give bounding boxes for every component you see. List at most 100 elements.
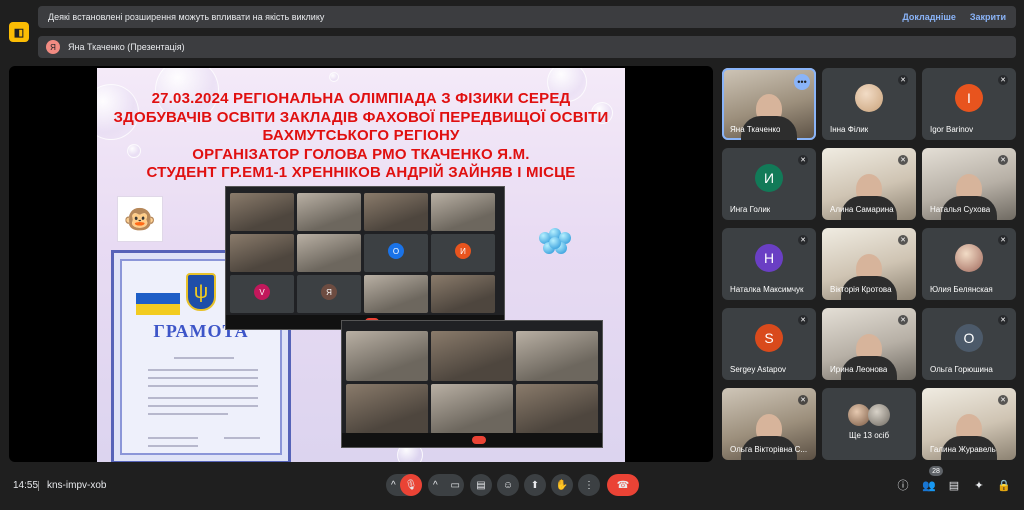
monkey-clipart: 🐵 xyxy=(117,196,163,242)
screenshot-tile: Я xyxy=(297,275,361,313)
slide-title-line: ЗДОБУВАЧІВ ОСВІТИ ЗАКЛАДІВ ФАХОВОЇ ПЕРЕД… xyxy=(113,108,609,126)
close-link[interactable]: Закрити xyxy=(970,12,1006,22)
screenshot-tile xyxy=(516,384,598,434)
meeting-code: kns-impv-xob xyxy=(47,480,107,491)
mic-muted-icon: ✕ xyxy=(798,395,808,405)
participant-name: Галина Журавель xyxy=(930,445,996,454)
screenshot-tile xyxy=(431,384,513,434)
participant-tile[interactable]: Яна Ткаченко ••• xyxy=(722,68,816,140)
mic-muted-icon: ✕ xyxy=(998,75,1008,85)
mic-muted-icon: ✕ xyxy=(798,315,808,325)
screenshot-tile xyxy=(346,331,428,381)
captions-button[interactable]: ▤ xyxy=(470,474,492,496)
participant-name: Інна Філик xyxy=(830,125,869,134)
meet-app-icon[interactable]: ◧ xyxy=(9,22,29,42)
mic-muted-icon: ✕ xyxy=(998,315,1008,325)
participant-tile[interactable]: Алина Самарина ✕ xyxy=(822,148,916,220)
more-participants-tile[interactable]: Ще 13 осіб xyxy=(822,388,916,460)
tile-options-icon[interactable]: ••• xyxy=(794,74,810,90)
participant-tile[interactable]: Наталья Сухова ✕ xyxy=(922,148,1016,220)
participant-name: Наталья Сухова xyxy=(930,205,991,214)
presenter-bar: Я Яна Ткаченко (Презентація) xyxy=(38,36,1016,58)
participant-tile[interactable]: Вікторія Кротова ✕ xyxy=(822,228,916,300)
participant-avatar xyxy=(955,244,983,273)
meeting-time: 14:55 xyxy=(13,480,39,491)
participant-avatar xyxy=(855,84,883,113)
emoji-button[interactable]: ☺ xyxy=(497,474,519,496)
mic-muted-icon: ✕ xyxy=(798,235,808,245)
more-options-button[interactable]: ⋮ xyxy=(578,474,600,496)
more-participants-label: Ще 13 осіб xyxy=(848,431,890,440)
presentation-stage[interactable]: 27.03.2024 РЕГІОНАЛЬНА ОЛІМПІАДА З ФІЗИК… xyxy=(9,66,713,462)
participant-name: Вікторія Кротова xyxy=(830,285,892,294)
chat-icon[interactable]: ▤ xyxy=(946,477,962,493)
mic-muted-icon: ✕ xyxy=(998,235,1008,245)
screenshot-tile xyxy=(431,275,495,313)
coat-of-arms-icon: ψ xyxy=(186,273,216,311)
participant-tile[interactable]: И Инга Голик ✕ xyxy=(722,148,816,220)
participant-tile[interactable]: Галина Журавель ✕ xyxy=(922,388,1016,460)
participant-name: Инга Голик xyxy=(730,205,771,214)
participant-tile[interactable]: Інна Філик ✕ xyxy=(822,68,916,140)
raise-hand-button[interactable]: ✋ xyxy=(551,474,573,496)
screenshot-tile xyxy=(230,193,294,231)
certificate-text-line xyxy=(148,413,228,415)
participant-name: Яна Ткаченко xyxy=(730,125,781,134)
meeting-screenshot-2 xyxy=(341,320,603,448)
camera-options-chevron-icon[interactable]: ^ xyxy=(433,480,438,491)
participant-name: Ольга Вікторівна С... xyxy=(730,445,808,454)
participant-tile[interactable]: Н Наталка Максимчук ✕ xyxy=(722,228,816,300)
participant-tile[interactable]: Ольга Вікторівна С... ✕ xyxy=(722,388,816,460)
screenshot-tile: И xyxy=(431,234,495,272)
participant-tile[interactable]: Ирина Леонова ✕ xyxy=(822,308,916,380)
people-icon[interactable]: 👥 xyxy=(921,477,937,493)
mic-off-button[interactable]: 🎙 xyxy=(400,474,422,496)
host-controls-icon[interactable]: 🔒 xyxy=(996,477,1012,493)
certificate-text-line xyxy=(148,437,198,439)
screenshot-tile xyxy=(297,234,361,272)
mic-options-chevron-icon[interactable]: ^ xyxy=(391,480,396,491)
meeting-info-icon[interactable]: ⓘ xyxy=(895,477,911,493)
participant-avatar: О xyxy=(955,324,983,353)
camera-group: ^ ▭ xyxy=(428,474,464,496)
warning-text: Деякі встановлені розширення можуть впли… xyxy=(48,12,325,22)
slide-title: 27.03.2024 РЕГІОНАЛЬНА ОЛІМПІАДА З ФІЗИК… xyxy=(97,90,625,183)
present-button[interactable]: ⬆ xyxy=(524,474,546,496)
certificate-text-line xyxy=(224,437,260,439)
certificate-text-line xyxy=(148,385,258,387)
slide-title-line: 27.03.2024 РЕГІОНАЛЬНА ОЛІМПІАДА З ФІЗИК… xyxy=(151,90,571,107)
participant-name: Igor Barinov xyxy=(930,125,974,134)
camera-button[interactable]: ▭ xyxy=(451,480,460,491)
mic-muted-icon: ✕ xyxy=(898,75,908,85)
participant-avatar xyxy=(848,404,870,426)
bottom-toolbar: 14:55 kns-impv-xob ^ 🎙 ^ ▭ ▤ ☺ ⬆ ✋ ⋮ ☎ ⓘ… xyxy=(0,468,1024,504)
screenshot-avatar: V xyxy=(254,284,270,301)
mic-muted-icon: ✕ xyxy=(998,155,1008,165)
participant-name: Алина Самарина xyxy=(830,205,894,214)
participants-count-badge: 28 xyxy=(929,466,943,476)
participant-tile[interactable]: I Igor Barinov ✕ xyxy=(922,68,1016,140)
screenshot-tile xyxy=(364,193,428,231)
participant-tile[interactable]: Юлия Белянская ✕ xyxy=(922,228,1016,300)
presentation-slide: 27.03.2024 РЕГІОНАЛЬНА ОЛІМПІАДА З ФІЗИК… xyxy=(97,68,625,462)
activities-icon[interactable]: ✦ xyxy=(971,477,987,493)
screenshot-avatar: И xyxy=(455,243,471,260)
participant-name: Ольга Горюшина xyxy=(930,365,993,374)
participant-name: Юлия Белянская xyxy=(930,285,993,294)
screenshot-tile xyxy=(364,275,428,313)
bubble-decoration xyxy=(329,72,339,82)
leave-call-button[interactable]: ☎ xyxy=(607,474,639,496)
details-link[interactable]: Докладніше xyxy=(902,12,956,22)
participant-avatar: И xyxy=(755,164,783,193)
certificate-text-line xyxy=(148,445,198,447)
participant-tile[interactable]: S Sergey Astapov ✕ xyxy=(722,308,816,380)
divider xyxy=(38,481,39,491)
mic-group: ^ 🎙 xyxy=(386,474,422,496)
certificate-text-line xyxy=(148,377,258,379)
screenshot-tile xyxy=(431,331,513,381)
screenshot-tile xyxy=(516,331,598,381)
mic-muted-icon: ✕ xyxy=(998,395,1008,405)
meeting-screenshot-1: O И V Я xyxy=(225,186,505,330)
screenshot-tile xyxy=(431,193,495,231)
participant-tile[interactable]: О Ольга Горюшина ✕ xyxy=(922,308,1016,380)
